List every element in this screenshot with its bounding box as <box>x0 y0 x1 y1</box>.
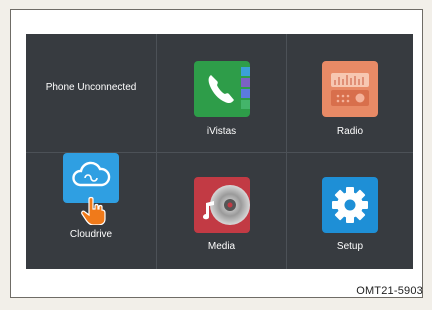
media-disc-icon <box>193 177 250 233</box>
setup-tile[interactable]: Setup <box>286 152 413 269</box>
ivistas-tile[interactable]: iVistas <box>156 34 286 152</box>
phone-status-panel: Phone Unconnected <box>26 34 156 152</box>
media-label: Media <box>207 241 236 252</box>
setup-label: Setup <box>336 241 364 252</box>
head-unit-screen: Phone Unconnected iVistas Radio Cloudriv… <box>26 34 413 269</box>
radio-icon <box>322 61 378 117</box>
phone-icon <box>193 61 250 117</box>
gear-icon <box>322 177 378 233</box>
figure-caption: OMT21-5903 <box>356 285 423 297</box>
phone-status-text: Phone Unconnected <box>45 82 137 93</box>
media-tile[interactable]: Media <box>156 152 286 269</box>
ivistas-label: iVistas <box>206 126 237 137</box>
radio-label: Radio <box>336 126 364 137</box>
cloudrive-tile[interactable]: Cloudrive <box>26 152 156 269</box>
radio-tile[interactable]: Radio <box>286 34 413 152</box>
tap-hand-icon <box>81 196 106 225</box>
cloudrive-label: Cloudrive <box>69 229 113 240</box>
